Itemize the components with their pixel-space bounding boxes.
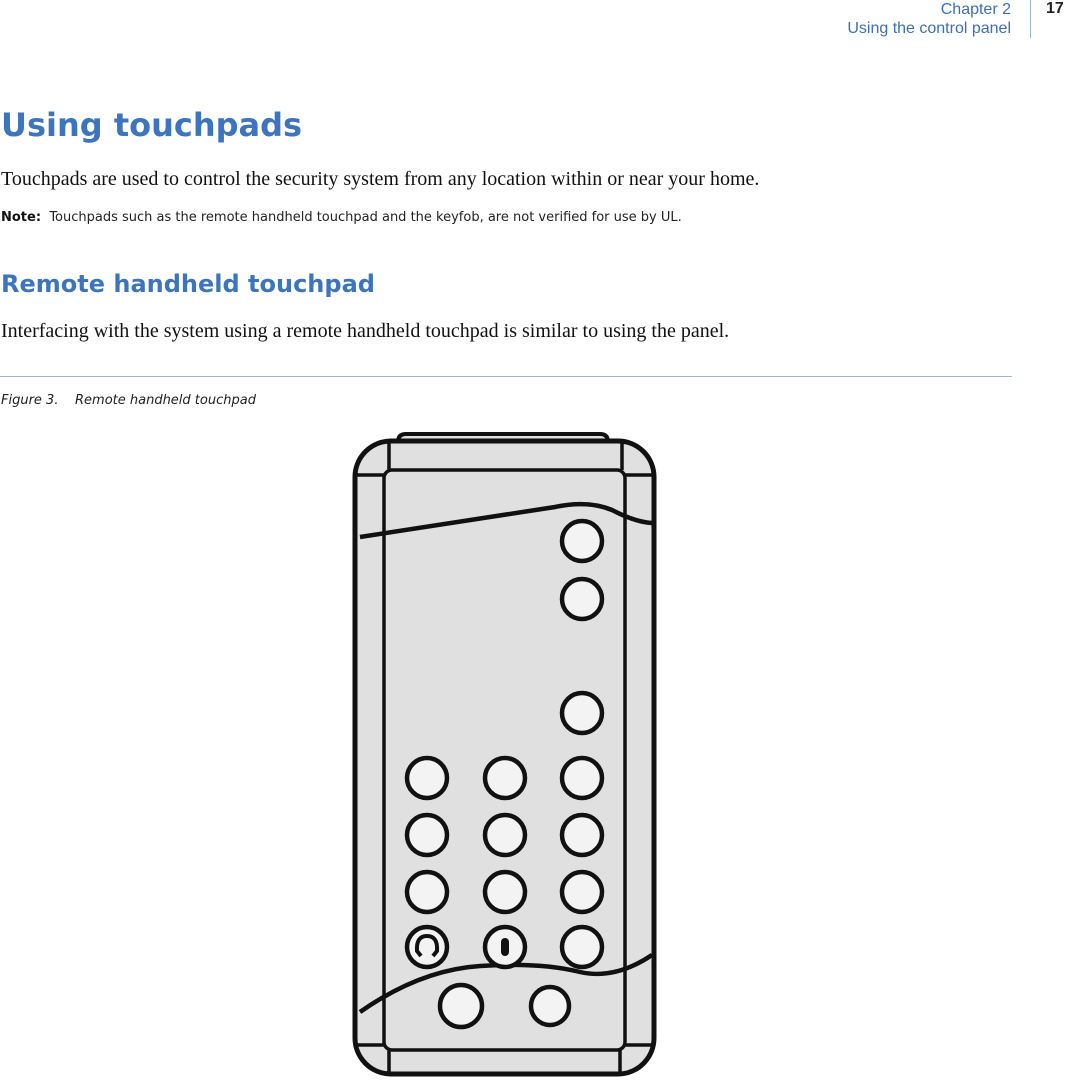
figure-number: Figure 3. xyxy=(1,393,59,408)
remote-touchpad-illustration xyxy=(352,432,657,1077)
figure-divider xyxy=(0,376,1012,377)
keypad-9[interactable] xyxy=(559,869,605,915)
page-title: Using touchpads xyxy=(1,106,303,144)
keypad-5[interactable] xyxy=(482,812,528,858)
top-button-2[interactable] xyxy=(559,576,605,622)
zero-icon xyxy=(501,938,509,956)
top-button-1[interactable] xyxy=(559,518,605,564)
keypad-4[interactable] xyxy=(404,812,450,858)
header-divider xyxy=(1030,0,1031,38)
keypad-6[interactable] xyxy=(559,812,605,858)
keypad-7[interactable] xyxy=(404,869,450,915)
section-paragraph: Interfacing with the system using a remo… xyxy=(1,320,730,342)
zero-button[interactable] xyxy=(482,924,528,970)
keypad-right-bottom[interactable] xyxy=(559,924,605,970)
note: Note: Touchpads such as the remote handh… xyxy=(1,210,682,225)
section-title: Remote handheld touchpad xyxy=(1,270,375,298)
chapter-label: Chapter 2 xyxy=(940,1,1011,18)
bottom-button-left[interactable] xyxy=(437,982,485,1030)
figure-caption-text: Remote handheld touchpad xyxy=(75,393,256,408)
section-label: Using the control panel xyxy=(847,20,1011,37)
bottom-button-right[interactable] xyxy=(528,984,572,1028)
running-header: Chapter 2 Using the control panel xyxy=(847,0,1011,38)
top-button-3[interactable] xyxy=(559,690,605,736)
note-label: Note: xyxy=(1,210,42,225)
bypass-button[interactable] xyxy=(404,924,450,970)
figure-caption: Figure 3. Remote handheld touchpad xyxy=(1,393,256,408)
keypad-8[interactable] xyxy=(482,869,528,915)
keypad-3[interactable] xyxy=(559,755,605,801)
keypad-1[interactable] xyxy=(404,755,450,801)
keypad-2[interactable] xyxy=(482,755,528,801)
intro-paragraph: Touchpads are used to control the securi… xyxy=(1,168,760,190)
note-text: Touchpads such as the remote handheld to… xyxy=(49,210,682,225)
remote-touchpad-figure xyxy=(350,430,660,1077)
page-number: 17 xyxy=(1046,0,1064,17)
